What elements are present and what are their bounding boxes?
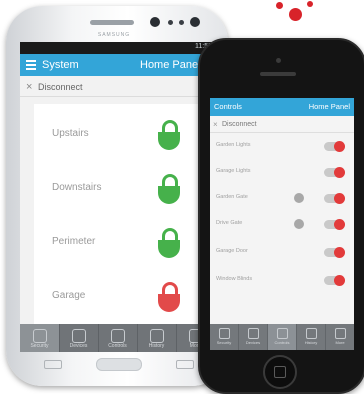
nav-tab-controls[interactable]: Controls [98, 324, 138, 352]
control-row[interactable]: Garden Gate [210, 186, 354, 210]
close-icon[interactable]: × [26, 81, 32, 93]
android-phone: SAMSUNG 11:59 System Home Panel × Discon… [6, 6, 228, 386]
control-label: Drive Gate [216, 220, 243, 226]
nav-tab-devices[interactable]: Devices [59, 324, 99, 352]
iphone-earpiece [260, 72, 296, 76]
zone-row[interactable]: Garage [34, 274, 204, 322]
unlocked-padlock-icon[interactable] [158, 174, 180, 204]
nav-tab-more[interactable]: More [326, 324, 354, 350]
control-label: Garage Door [216, 248, 248, 254]
unlocked-padlock-icon[interactable] [158, 228, 180, 258]
header-title[interactable]: Controls [214, 102, 242, 111]
zone-row[interactable]: Upstairs [34, 112, 204, 160]
control-row[interactable]: Garden Lights [210, 134, 354, 158]
control-label: Garden Gate [216, 194, 248, 200]
android-sensor [179, 20, 184, 25]
android-bottom-nav: Security Devices Controls History More [20, 324, 216, 352]
toggle-switch[interactable] [324, 219, 345, 230]
android-maker: SAMSUNG [97, 32, 131, 38]
zone-label: Garage [52, 290, 86, 301]
header-title[interactable]: System [42, 59, 79, 71]
control-label: Garage Lights [216, 168, 251, 174]
header-right-title[interactable]: Home Panel [140, 59, 201, 71]
iphone: Controls Home Panel × Disconnect Garden … [198, 38, 364, 394]
android-sensor [168, 20, 173, 25]
control-row[interactable]: Window Blinds [210, 268, 354, 292]
menu-key-icon[interactable] [44, 360, 62, 369]
devices-icon [248, 328, 259, 339]
controls-icon [111, 329, 125, 343]
disconnect-label[interactable]: Disconnect [222, 121, 257, 128]
logo-dot-1 [276, 2, 283, 9]
locked-padlock-icon[interactable] [158, 282, 180, 312]
nav-tab-security[interactable]: Security [20, 324, 60, 352]
android-screen: 11:59 System Home Panel × Disconnect Ups… [20, 42, 216, 352]
control-row[interactable]: Drive Gate [210, 212, 354, 236]
iphone-front-camera [276, 58, 281, 63]
history-icon [150, 329, 164, 343]
zone-label: Perimeter [52, 236, 96, 247]
close-icon[interactable]: × [213, 120, 218, 129]
nav-tab-history[interactable]: History [297, 324, 326, 350]
iphone-app-header: Controls Home Panel [210, 98, 354, 116]
history-icon [306, 328, 317, 339]
toggle-switch[interactable] [324, 193, 345, 204]
nav-tab-devices[interactable]: Devices [239, 324, 268, 350]
security-icon [219, 328, 230, 339]
zone-row[interactable]: Downstairs [34, 166, 204, 214]
android-status-bar: 11:59 [20, 42, 216, 54]
unlocked-padlock-icon[interactable] [158, 120, 180, 150]
android-front-camera [190, 17, 200, 27]
nav-tab-controls[interactable]: Controls [268, 324, 297, 350]
toggle-switch[interactable] [324, 141, 345, 152]
android-speaker [90, 20, 134, 25]
zone-label: Downstairs [52, 182, 102, 193]
android-sensor [150, 17, 160, 27]
more-icon [335, 328, 346, 339]
control-label: Garden Lights [216, 142, 251, 148]
nav-tab-security[interactable]: Security [210, 324, 239, 350]
toggle-switch[interactable] [324, 275, 345, 286]
android-hardware-keys [26, 358, 210, 371]
controls-icon [277, 328, 288, 339]
disconnect-label[interactable]: Disconnect [38, 82, 83, 92]
logo-dot-2 [289, 8, 302, 21]
menu-icon[interactable] [26, 60, 36, 70]
status-dot-icon [294, 219, 304, 229]
toggle-switch[interactable] [324, 247, 345, 258]
toggle-switch[interactable] [324, 167, 345, 178]
zone-label: Upstairs [52, 128, 89, 139]
nav-tab-history[interactable]: History [137, 324, 177, 352]
status-dot-icon [294, 193, 304, 203]
iphone-bottom-nav: Security Devices Controls History More [210, 324, 354, 350]
android-home-button[interactable] [96, 358, 142, 371]
disconnect-row[interactable]: × Disconnect [20, 78, 216, 97]
control-label: Window Blinds [216, 276, 253, 282]
header-right-title[interactable]: Home Panel [309, 102, 350, 111]
iphone-home-button[interactable] [263, 355, 297, 389]
zones-card: Upstairs Downstairs Perimeter Garage [34, 104, 204, 326]
control-row[interactable]: Garage Door [210, 240, 354, 264]
control-row[interactable]: Garage Lights [210, 160, 354, 184]
devices-icon [72, 329, 86, 343]
android-app-header: System Home Panel [20, 54, 216, 76]
security-icon [33, 329, 47, 343]
disconnect-row[interactable]: × Disconnect [210, 118, 354, 133]
iphone-screen: Controls Home Panel × Disconnect Garden … [210, 98, 354, 350]
back-key-icon[interactable] [176, 360, 194, 369]
zone-row[interactable]: Perimeter [34, 220, 204, 268]
logo-dot-3 [307, 1, 313, 7]
